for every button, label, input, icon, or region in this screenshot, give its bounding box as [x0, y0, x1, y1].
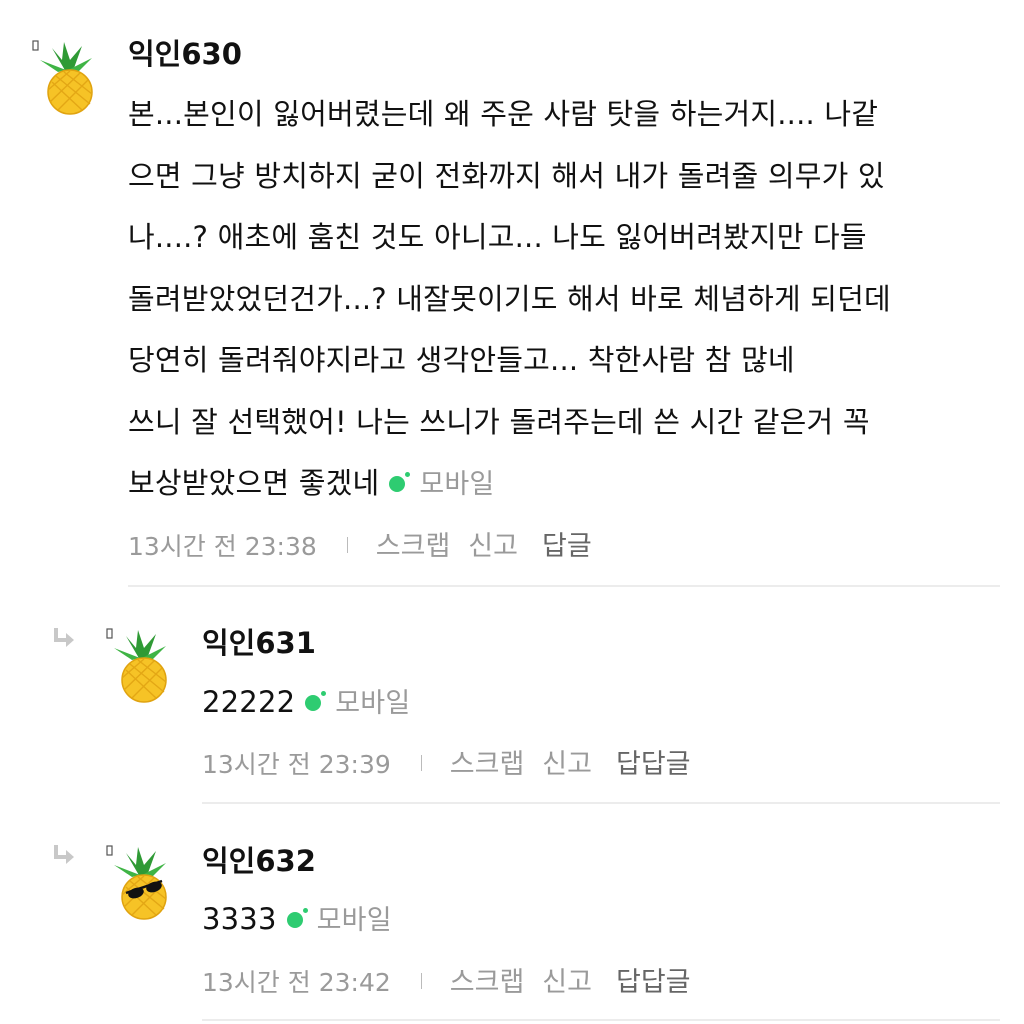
pineapple-sunglasses-avatar-icon — [104, 843, 176, 923]
scrap-button[interactable]: 스크랩 — [450, 967, 525, 998]
report-button[interactable]: 신고 — [542, 967, 592, 998]
comment-body: 3333 모바일 — [202, 889, 392, 952]
comment-meta: 13시간 전 23:42 스크랩 신고 답답글 — [202, 967, 691, 999]
meta-divider — [420, 973, 422, 989]
device-tag: 모바일 — [286, 890, 392, 952]
timestamp: 13시간 전 23:42 — [202, 968, 391, 997]
comment-nickname[interactable]: 익인632 — [202, 843, 316, 879]
comment-line-last: 3333 모바일 — [202, 889, 392, 952]
comment-divider — [202, 1019, 1000, 1021]
reply-button[interactable]: 답답글 — [616, 967, 691, 998]
comment-632: 익인632 3333 모바일 13시간 전 23:42 스크랩 신고 답답글 — [0, 0, 1024, 1024]
reply-arrow-icon — [52, 843, 78, 865]
mobile-dot-icon — [286, 908, 308, 928]
